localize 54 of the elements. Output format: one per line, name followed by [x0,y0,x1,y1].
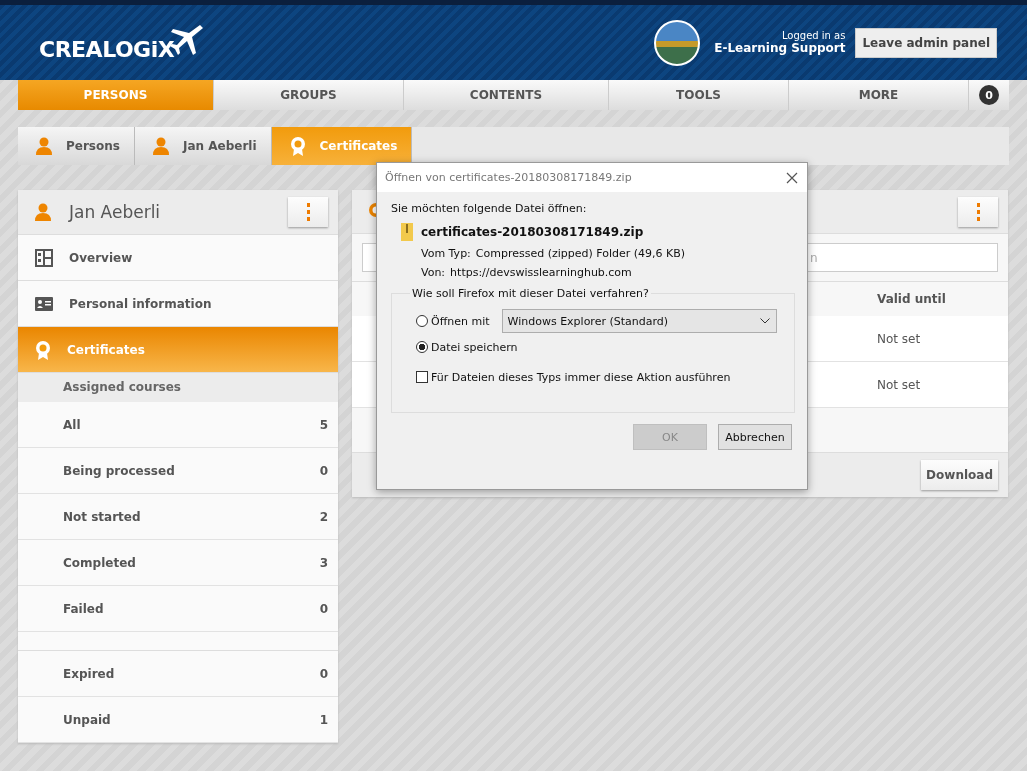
breadcrumb-item[interactable]: Jan Aeberli [134,127,272,165]
course-filter-item[interactable]: Completed 3 [18,540,338,586]
application-dropdown[interactable]: Windows Explorer (Standard) [501,309,777,333]
radio-label[interactable]: Öffnen mit [431,314,490,328]
certificate-icon [35,339,51,360]
course-filter-item[interactable]: Failed 0 [18,586,338,632]
person-name: Jan Aeberli [69,202,162,222]
course-filter-item[interactable]: Being processed 0 [18,448,338,494]
avatar-image [654,19,701,66]
source-label: Von: [421,266,446,279]
notification-badge[interactable]: 0 [979,85,999,105]
course-filter-item[interactable]: Unpaid 1 [18,697,338,743]
breadcrumb-item[interactable]: Persons [18,127,135,165]
source-url: https://devswisslearninghub.com [450,266,632,279]
logged-in-label: Logged in as [781,30,846,41]
type-value: Compressed (zipped) Folder (49,6 KB) [475,247,686,260]
more-menu-button[interactable] [958,196,998,227]
nav-tab[interactable]: TOOLS [609,80,789,110]
zip-folder-icon [401,223,413,241]
radio-button[interactable] [416,315,428,327]
file-name: certificates-20180308171849.zip [421,225,644,239]
person-icon [36,137,52,155]
logo: CREALOGiX [39,37,175,62]
group-label: Wie soll Firefox mit dieser Datei verfahren? [411,287,650,300]
checkbox[interactable] [416,371,428,383]
dialog-prompt: Sie möchten folgende Datei öffnen: [391,202,588,215]
course-filter-item[interactable]: All 5 [18,402,338,448]
person-icon [152,137,169,155]
type-label: Vom Typ: [421,247,471,260]
nav-tab[interactable]: MORE [789,80,969,110]
table-cell: Not set [877,331,921,346]
cancel-button[interactable]: Abbrechen [718,424,792,450]
grid-icon [35,248,53,267]
close-icon[interactable] [786,171,798,184]
id-card-icon [35,296,53,311]
more-menu-button[interactable] [288,197,328,227]
table-cell: Not set [877,377,921,392]
course-filter-item[interactable]: Not started 2 [18,494,338,540]
nav-tab[interactable]: GROUPS [214,80,404,110]
dialog-title: Öffnen von certificates-20180308171849.zip [385,171,632,184]
certificate-icon [289,136,306,156]
section-heading: Assigned courses [18,373,338,402]
radio-button[interactable] [416,341,428,353]
user-name: E-Learning Support [714,41,846,55]
nav-tab[interactable]: CONTENTS [404,80,609,110]
radio-label[interactable]: Datei speichern [431,340,518,354]
checkbox-label[interactable]: Für Dateien dieses Typs immer diese Aktion ausführen [431,370,731,384]
leave-admin-button[interactable]: Leave admin panel [855,27,997,58]
person-icon [35,203,51,221]
download-button[interactable]: Download [921,460,998,490]
chevron-down-icon [759,318,770,324]
course-filter-item[interactable]: Expired 0 [18,651,338,697]
sidebar-item[interactable]: Overview [18,235,338,281]
column-header: Valid until [877,292,946,306]
